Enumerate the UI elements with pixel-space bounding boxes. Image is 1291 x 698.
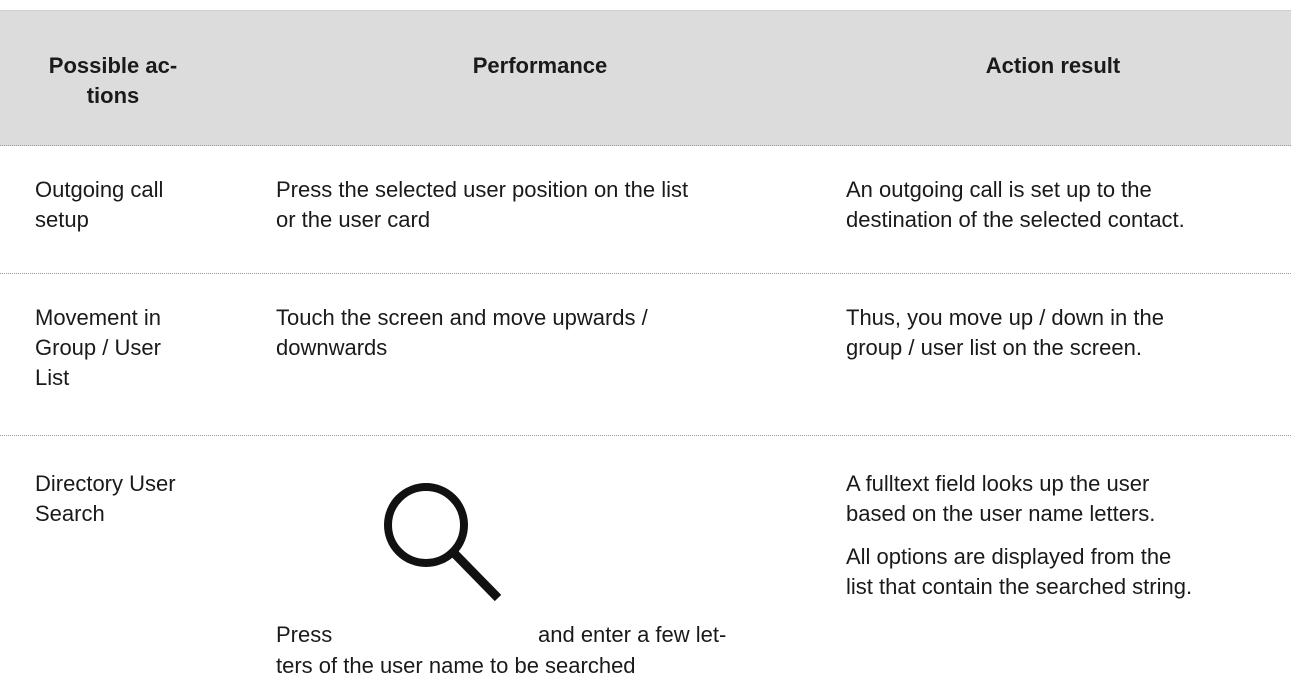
table-header: Possible ac- tions Performance Action re…: [0, 10, 1291, 146]
search-icon: [384, 483, 502, 602]
performance-rest-text: and enter a few let-: [538, 622, 727, 647]
table-row: Outgoing call setup Press the selected u…: [0, 146, 1291, 274]
actions-table: Possible ac- tions Performance Action re…: [0, 10, 1291, 686]
header-performance: Performance: [472, 53, 608, 78]
table-row: Directory User Search Press and enter a …: [0, 436, 1291, 686]
header-possible-actions: Possible ac- tions: [48, 53, 178, 108]
row-result: An outgoing call is set up to the destin…: [846, 177, 1185, 232]
result-paragraph-2: All options are displayed from the list …: [846, 544, 1193, 599]
performance-press-text: Press: [276, 622, 333, 647]
performance-line-2: ters of the user name to be searched: [276, 653, 636, 678]
table-row: Movement in Group / User List Touch the …: [0, 274, 1291, 436]
header-action-result: Action result: [985, 53, 1121, 78]
row-result: Thus, you move up / down in the group / …: [846, 305, 1164, 360]
row-action: Movement in Group / User List: [35, 305, 161, 390]
row-performance: Press the selected user position on the …: [276, 177, 689, 232]
result-paragraph-1: A fulltext field looks up the user based…: [846, 471, 1156, 526]
row-result: A fulltext field looks up the user based…: [846, 469, 1286, 615]
row-action: Outgoing call setup: [35, 177, 164, 232]
row-performance: Press and enter a few let- ters of the u…: [276, 473, 806, 678]
row-action: Directory User Search: [35, 471, 176, 526]
row-performance: Touch the screen and move upwards / down…: [276, 305, 648, 360]
